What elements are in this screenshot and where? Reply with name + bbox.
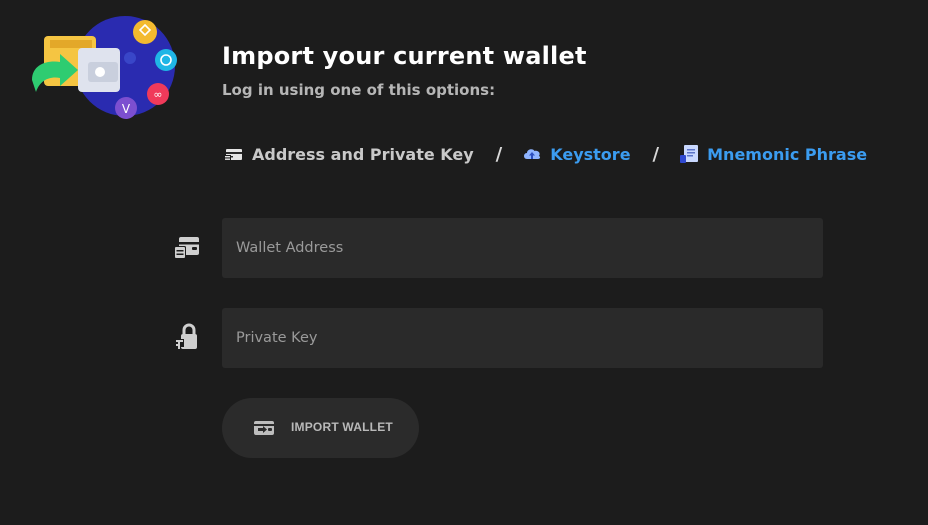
wallet-crypto-illustration-icon: ∞ V (32, 16, 177, 119)
private-key-input[interactable] (222, 308, 823, 368)
tab-address-private-key[interactable]: Address and Private Key (224, 145, 474, 164)
import-wallet-label: IMPORT WALLET (291, 420, 393, 434)
tab-keystore[interactable]: Keystore (522, 144, 631, 164)
wallet-icon (174, 237, 199, 259)
import-method-tabs: Address and Private Key / Keystore / Mne… (224, 140, 867, 168)
page-title: Import your current wallet (222, 42, 587, 70)
card-key-icon (224, 146, 244, 162)
wallet-import-icon (253, 418, 275, 441)
document-icon (679, 144, 699, 164)
lock-key-icon (175, 323, 197, 349)
import-wallet-button[interactable]: IMPORT WALLET (222, 398, 419, 458)
wallet-address-field (222, 218, 823, 278)
cloud-upload-icon (522, 146, 542, 162)
svg-text:∞: ∞ (153, 88, 162, 101)
private-key-field (222, 308, 823, 368)
page-subtitle: Log in using one of this options: (222, 81, 496, 99)
tab-separator: / (652, 143, 660, 165)
svg-text:V: V (122, 102, 131, 116)
tab-label: Keystore (550, 144, 631, 164)
wallet-address-input[interactable] (222, 218, 823, 278)
tab-separator: / (495, 143, 503, 165)
import-wallet-page: ∞ V Import your current wallet Log in us… (0, 0, 928, 525)
tab-label: Mnemonic Phrase (707, 144, 868, 164)
tab-mnemonic-phrase[interactable]: Mnemonic Phrase (679, 144, 867, 164)
tab-label: Address and Private Key (252, 144, 474, 164)
